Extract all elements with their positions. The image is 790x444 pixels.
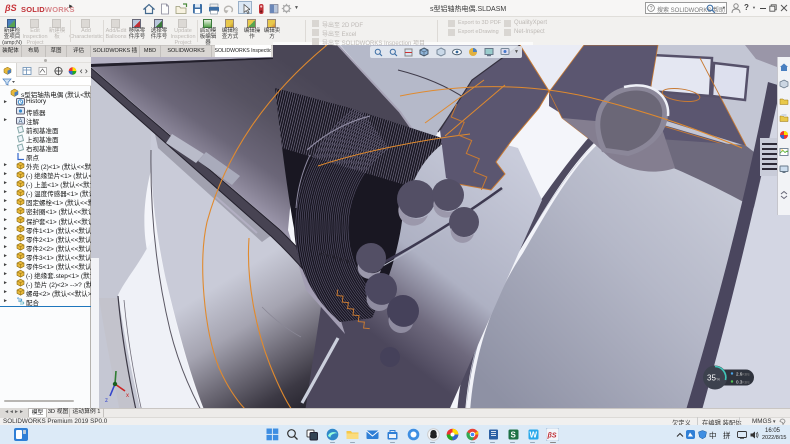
svg-text:z: z xyxy=(105,398,108,404)
svg-text:%: % xyxy=(717,377,721,382)
svg-text:?: ? xyxy=(650,6,653,12)
svg-text:0.3KB/s: 0.3KB/s xyxy=(736,380,750,385)
svg-text:S: S xyxy=(511,431,517,440)
svg-text:2.6KB/s: 2.6KB/s xyxy=(736,372,750,377)
svg-text:βS: βS xyxy=(547,433,557,440)
svg-text:W: W xyxy=(530,431,538,440)
svg-text:x: x xyxy=(126,393,129,399)
svg-text:35: 35 xyxy=(707,374,716,383)
